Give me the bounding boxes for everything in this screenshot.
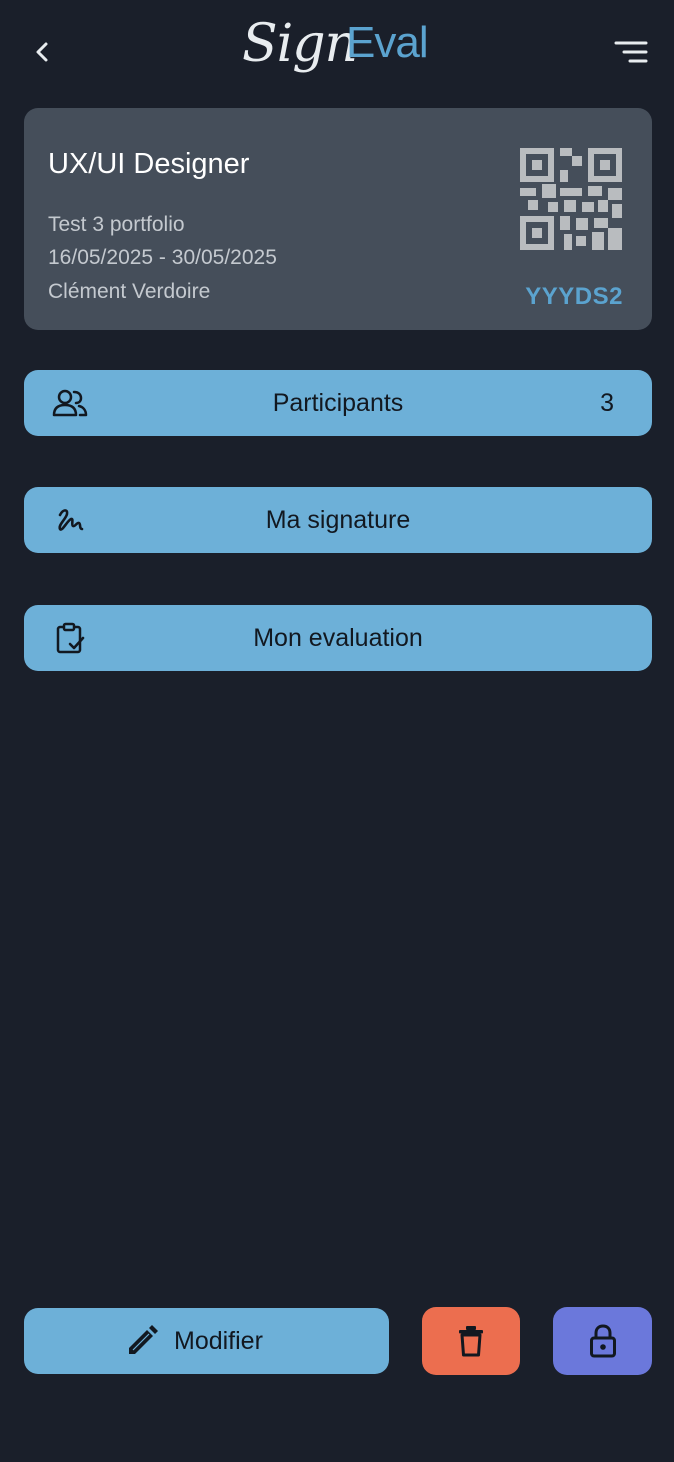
app-header: Sign Eval — [0, 0, 674, 100]
app-logo: Sign Eval — [238, 4, 438, 94]
menu-icon — [614, 41, 648, 63]
menu-button[interactable] — [608, 34, 654, 70]
session-trainer: Clément Verdoire — [48, 280, 211, 303]
logo-eval-text: Eval — [346, 18, 429, 67]
signature-label: Ma signature — [265, 506, 411, 534]
logo-sign-text: Sign — [242, 14, 358, 74]
participants-button[interactable]: Participants 3 — [24, 370, 652, 436]
qr-code-icon[interactable] — [520, 148, 622, 250]
session-dates: 16/05/2025 - 30/05/2025 — [48, 246, 277, 269]
trash-icon — [459, 1326, 483, 1357]
participants-count: 3 — [600, 389, 614, 417]
session-card: UX/UI Designer Test 3 portfolio 16/05/20… — [24, 108, 652, 330]
delete-button[interactable] — [422, 1307, 520, 1375]
session-detail-screen: Sign Eval UX/UI Designer Test 3 portfoli… — [0, 0, 674, 1462]
modify-button[interactable]: Modifier — [24, 1308, 389, 1374]
participants-label: Participants — [272, 389, 404, 417]
chevron-left-icon — [36, 42, 48, 62]
lock-icon — [589, 1324, 616, 1358]
session-code: YYYDS2 — [525, 283, 623, 310]
modify-label: Modifier — [174, 1327, 263, 1355]
signature-button[interactable]: Ma signature — [24, 487, 652, 553]
evaluation-label: Mon evaluation — [253, 624, 423, 652]
session-subtitle: Test 3 portfolio — [48, 213, 185, 236]
lock-button[interactable] — [553, 1307, 652, 1375]
evaluation-button[interactable]: Mon evaluation — [24, 605, 652, 671]
session-title: UX/UI Designer — [48, 148, 250, 180]
pencil-icon — [129, 1325, 158, 1354]
back-button[interactable] — [24, 34, 60, 70]
